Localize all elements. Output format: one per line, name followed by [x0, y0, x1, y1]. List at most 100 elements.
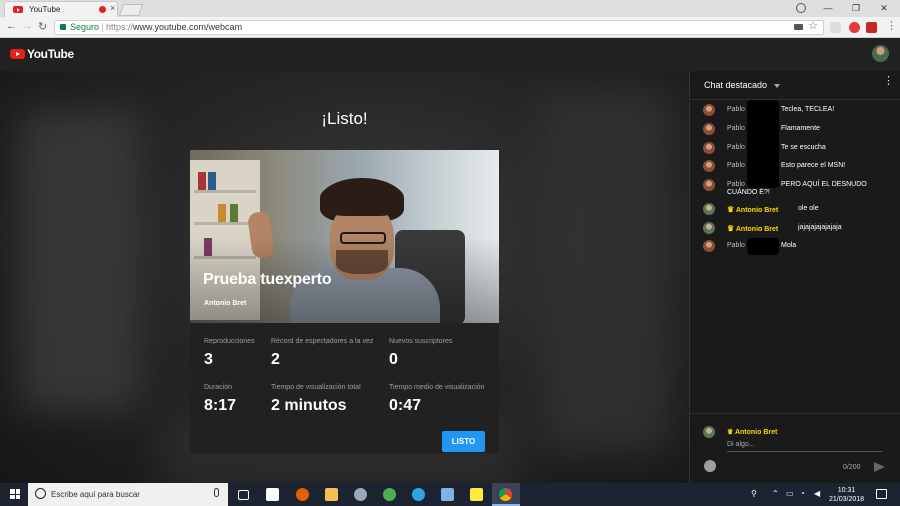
address-bar[interactable]: Seguro https://www.youtube.com/webcam ☆ [54, 20, 824, 35]
tab-close-button[interactable]: × [110, 3, 115, 13]
chat-author[interactable]: Pablo [727, 125, 745, 132]
close-window-button[interactable]: ✕ [868, 0, 900, 17]
url-text: https://www.youtube.com/webcam [106, 21, 242, 34]
chevron-down-icon[interactable] [774, 84, 780, 88]
avatar[interactable] [703, 142, 715, 154]
stream-thumbnail: Prueba tuexperto Antonio Bret [190, 150, 499, 323]
taskbar-search-input[interactable]: Escribe aquí para buscar [28, 483, 228, 506]
crown-icon: ♛ [727, 429, 734, 436]
forward-button[interactable]: → [22, 20, 33, 32]
recording-indicator-icon [99, 6, 106, 13]
stream-summary-card: Prueba tuexperto Antonio Bret Reproducci… [190, 150, 499, 453]
new-tab-button[interactable] [118, 4, 144, 16]
tab-youtube[interactable]: YouTube × [4, 1, 118, 17]
sticky-notes-icon[interactable] [470, 488, 483, 501]
avatar[interactable] [703, 240, 715, 252]
stream-title: Prueba tuexperto [203, 271, 332, 288]
extension-icon[interactable] [830, 22, 841, 33]
avatar[interactable] [703, 203, 715, 215]
stat-label-new-subscribers: Nuevos suscriptores [389, 338, 453, 345]
background-blur [20, 111, 140, 411]
volume-icon[interactable]: ◀ [814, 489, 820, 498]
lock-icon [60, 24, 66, 30]
done-button[interactable]: LISTO [442, 431, 485, 452]
search-placeholder: Escribe aquí para buscar [51, 490, 140, 499]
reload-button[interactable]: ↻ [38, 20, 47, 33]
youtube-favicon-icon [13, 6, 23, 13]
chat-author-owner[interactable]: ♛ Antonio Bret [727, 224, 778, 233]
chrome-icon[interactable] [499, 488, 512, 501]
stat-value-avg-watch-time: 0:47 [389, 397, 422, 414]
action-center-icon[interactable] [876, 489, 887, 499]
chat-input-author-name: Antonio Bret [734, 429, 778, 436]
chat-header: Chat destacado ⋮ [690, 71, 900, 100]
camera-in-use-icon[interactable] [794, 24, 803, 30]
chat-author[interactable]: Pablo [727, 242, 745, 249]
chrome-menu-icon[interactable]: ⋮ [886, 19, 897, 32]
stat-label-duration: Duración [204, 384, 233, 391]
send-icon[interactable] [874, 462, 885, 472]
youtube-logo-icon[interactable] [10, 49, 25, 59]
chat-author-owner[interactable]: ♛ Antonio Bret [727, 205, 778, 214]
telegram-icon[interactable] [412, 488, 425, 501]
logo-pane [10, 489, 15, 494]
app-icon[interactable] [441, 488, 454, 501]
browser-toolbar: ← → ↻ Seguro https://www.youtube.com/web… [0, 17, 900, 38]
avatar[interactable] [703, 160, 715, 172]
whatsapp-icon[interactable] [383, 488, 396, 501]
chat-text: Mola [781, 242, 797, 249]
chat-author[interactable]: Pablo [727, 144, 745, 151]
file-explorer-icon[interactable] [325, 488, 338, 501]
cortana-icon [35, 488, 46, 499]
background-blur [540, 91, 670, 451]
windows-start-icon[interactable] [10, 489, 20, 499]
chat-author-name: Antonio Bret [735, 207, 779, 214]
url-host: www.youtube.com/webcam [133, 22, 243, 32]
stat-label-avg-watch-time: Tiempo medio de visualización [389, 384, 485, 391]
avatar[interactable] [703, 123, 715, 135]
show-hidden-icons-icon[interactable]: ⌃ [772, 489, 779, 498]
extension-icon[interactable] [866, 22, 877, 33]
microphone-icon[interactable] [214, 488, 219, 497]
crown-icon: ♛ [727, 205, 735, 214]
app-icon[interactable] [354, 488, 367, 501]
avatar[interactable] [872, 45, 889, 62]
store-icon[interactable] [266, 488, 279, 501]
chat-author[interactable]: Pablo [727, 181, 745, 188]
avatar[interactable] [703, 104, 715, 116]
clock-date: 21/03/2018 [829, 496, 865, 503]
chat-text: Te se escucha [781, 144, 826, 151]
emoji-icon[interactable] [704, 460, 716, 472]
chat-text: ole ole [798, 205, 819, 212]
thumbnail-shade [190, 150, 499, 323]
clock-time: 10:31 [837, 487, 856, 494]
bookmark-star-icon[interactable]: ☆ [808, 20, 818, 33]
stat-value-peak-viewers: 2 [271, 351, 280, 368]
chat-author[interactable]: Pablo [727, 106, 745, 113]
avatar[interactable] [703, 222, 715, 234]
chat-text: jajajajajajajaja [798, 224, 842, 231]
firefox-icon[interactable] [296, 488, 309, 501]
chat-author[interactable]: Pablo [727, 162, 745, 169]
task-view-icon[interactable] [238, 490, 249, 500]
network-icon[interactable]: ◔ [800, 489, 805, 498]
url-scheme: https:// [106, 22, 134, 32]
tab-title: YouTube [29, 5, 61, 14]
people-icon[interactable]: ⚲ [751, 489, 757, 498]
character-counter: 0/200 [843, 464, 861, 471]
profile-icon[interactable] [796, 3, 806, 13]
avatar[interactable] [703, 179, 715, 191]
chat-message-input[interactable]: Di algo... [727, 441, 882, 452]
chat-author-name: Antonio Bret [735, 226, 779, 233]
chat-text: PERO AQUÍ EL DESNUDO [781, 181, 867, 188]
extension-icon[interactable] [849, 22, 860, 33]
back-button[interactable]: ← [6, 20, 17, 32]
secure-label: Seguro [70, 22, 100, 32]
chat-mode-selector[interactable]: Chat destacado [704, 80, 767, 90]
taskbar-clock[interactable]: 10:31 21/03/2018 [829, 486, 864, 504]
stat-label-peak-viewers: Récord de espectadores a la vez [271, 338, 374, 345]
chat-menu-icon[interactable]: ⋮ [883, 76, 894, 87]
youtube-logo-text[interactable]: YouTube [27, 47, 74, 61]
battery-icon[interactable]: ▭ [786, 489, 794, 498]
live-chat-panel: Chat destacado ⋮ Pablo Teclea, TECLEA! P… [689, 71, 900, 483]
